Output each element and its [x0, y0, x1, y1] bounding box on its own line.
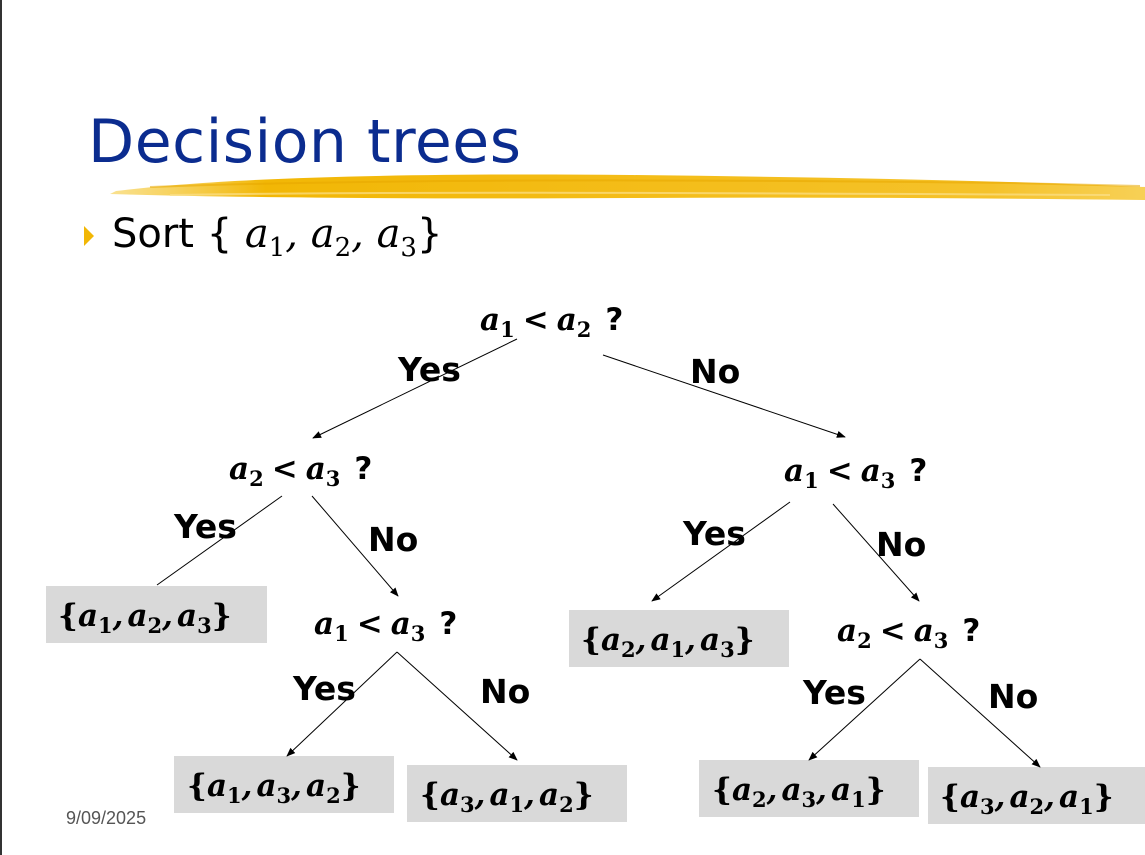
footer-date: 9/09/2025: [66, 808, 147, 828]
node-root: a1 < a2?: [480, 302, 623, 342]
edge-label-left-no: No: [368, 520, 418, 559]
edge-label-leftno-no: No: [480, 672, 530, 711]
node-left-no: a1 < a3?: [314, 606, 457, 646]
node-right-no: a2 < a3?: [837, 613, 980, 653]
edge-label-right-yes: Yes: [682, 514, 746, 553]
node-right: a1 < a3?: [784, 453, 927, 493]
decision-tree-diagram: Yes No Yes No Yes No Yes No Yes No a1 < a2…: [46, 302, 1145, 824]
edge-label-rightno-yes: Yes: [802, 673, 866, 712]
edge-label-right-no: No: [876, 525, 926, 564]
edge-label-left-yes: Yes: [173, 507, 237, 546]
slide: Decision trees Sort { a1, a2, a3} Yes No…: [0, 0, 1145, 855]
edge-label-rightno-no: No: [988, 677, 1038, 716]
edge-label-leftno-yes: Yes: [292, 669, 356, 708]
edge-label-root-yes: Yes: [397, 350, 461, 389]
edge-label-root-no: No: [690, 352, 740, 391]
node-left: a2 < a3?: [229, 451, 372, 491]
